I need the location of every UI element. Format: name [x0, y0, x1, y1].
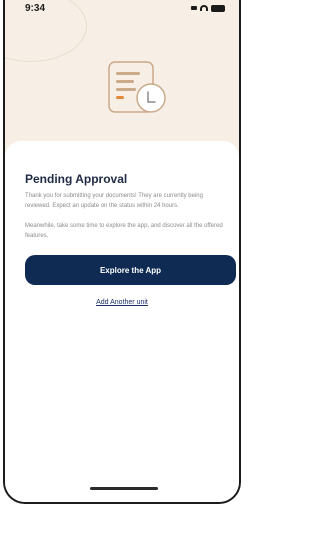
status-time: 9:34 [25, 2, 46, 14]
signal-icon [191, 6, 197, 10]
battery-icon [211, 4, 225, 12]
home-indicator[interactable] [90, 487, 158, 490]
status-icons [191, 4, 225, 12]
status-bar: 9:34 [5, 0, 239, 16]
explore-app-button[interactable]: Explore the App [25, 255, 236, 285]
explore-message: Meanwhile, take some time to explore the… [25, 223, 223, 239]
wifi-icon [200, 5, 208, 11]
status-message: Thank you for submitting your documents!… [25, 193, 203, 209]
content-sheet: Pending Approval Thank you for submittin… [5, 141, 239, 502]
header-area: 9:34 [5, 0, 239, 150]
page-title: Pending Approval [25, 172, 128, 186]
document-pending-icon [108, 61, 166, 113]
add-another-unit-link[interactable]: Add Another unit [5, 299, 239, 306]
phone-frame: 9:34 Pending Approval Thank you for subm… [3, 0, 241, 504]
